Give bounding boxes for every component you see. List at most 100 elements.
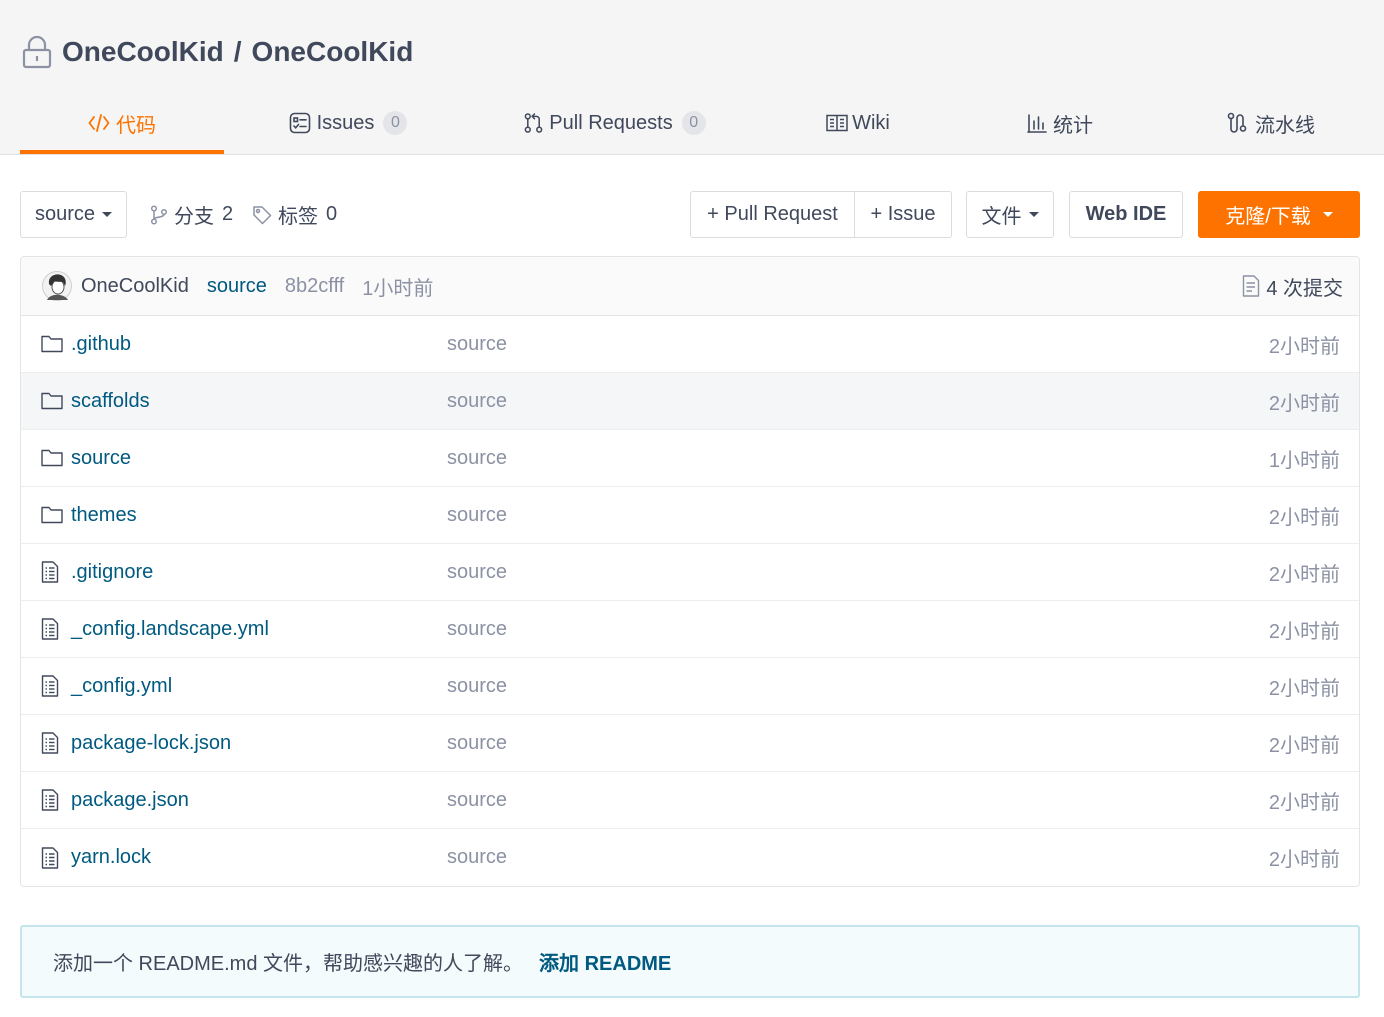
commit-hash-link[interactable]: 8b2cfff (285, 275, 344, 298)
repo-name-link[interactable]: OneCoolKid (252, 36, 414, 68)
commit-message-link[interactable]: source (447, 390, 1269, 413)
commit-time: 2小时前 (1268, 849, 1340, 871)
tags-label: 标签 (278, 206, 318, 228)
repo-separator: / (233, 36, 242, 67)
issues-icon (289, 112, 311, 134)
commit-time: 2小时前 (1268, 791, 1340, 814)
add-readme-link[interactable]: 添加 README (539, 947, 671, 976)
clone-download-button[interactable]: 克隆/下载 (1198, 191, 1360, 238)
code-icon (88, 113, 110, 133)
file-icon (41, 789, 71, 811)
tab-pull-requests[interactable]: Pull Requests 0 (472, 96, 758, 154)
readme-notice-text: 添加一个 README.md 文件，帮助感兴趣的人了解。 (53, 953, 524, 975)
web-ide-button[interactable]: Web IDE (1069, 191, 1183, 238)
file-row[interactable]: package.json source 2小时前 (21, 772, 1359, 829)
tags-link[interactable]: 标签 0 (252, 191, 337, 238)
file-row[interactable]: source source 1小时前 (21, 430, 1359, 487)
new-pull-request-button[interactable]: + Pull Request (690, 191, 855, 238)
tab-issues-label: Issues (316, 111, 375, 134)
wiki-icon (826, 114, 848, 132)
file-row[interactable]: .gitignore source 2小时前 (21, 544, 1359, 601)
file-row[interactable]: scaffolds source 2小时前 (21, 373, 1359, 430)
branch-select-value: source (34, 203, 96, 225)
pipeline-icon (1227, 112, 1249, 134)
commit-message-link[interactable]: source (447, 504, 1269, 527)
repo-owner-link[interactable]: OneCoolKid (62, 36, 224, 68)
tab-issues[interactable]: Issues 0 (224, 96, 472, 154)
commit-message-link[interactable]: source (447, 447, 1269, 470)
file-tree: OneCoolKid source 8b2cfff 1小时前 4 次提交 .gi… (20, 256, 1360, 887)
file-menu-label: 文件 (981, 206, 1022, 228)
tab-code[interactable]: 代码 (20, 96, 224, 154)
commits-icon (1242, 275, 1260, 297)
commit-branch-link[interactable]: source (207, 275, 267, 298)
file-name-link[interactable]: themes (71, 504, 447, 527)
tab-pipeline-label: 流水线 (1255, 114, 1315, 137)
caret-down-icon (102, 212, 113, 217)
repo-header: OneCoolKid / OneCoolKid 代码 Issues 0 Pull… (0, 0, 1384, 155)
file-name-link[interactable]: package-lock.json (71, 732, 447, 755)
latest-commit-bar: OneCoolKid source 8b2cfff 1小时前 4 次提交 (21, 257, 1359, 316)
file-name-link[interactable]: .gitignore (71, 561, 447, 584)
commits-count-link[interactable]: 4 次提交 (1242, 272, 1343, 301)
file-name-link[interactable]: package.json (71, 789, 447, 812)
commit-time: 1小时前 (362, 277, 434, 300)
folder-icon (41, 392, 71, 410)
file-icon (41, 618, 71, 640)
file-row[interactable]: _config.yml source 2小时前 (21, 658, 1359, 715)
file-name-link[interactable]: _config.yml (71, 675, 447, 698)
commit-time: 2小时前 (1268, 677, 1340, 700)
file-row[interactable]: _config.landscape.yml source 2小时前 (21, 601, 1359, 658)
file-menu-button[interactable]: 文件 (966, 191, 1054, 238)
folder-icon (41, 506, 71, 524)
commit-time: 2小时前 (1268, 392, 1340, 415)
tags-count: 0 (326, 203, 338, 225)
folder-icon (41, 449, 71, 467)
tag-icon (252, 205, 272, 225)
commit-message-link[interactable]: source (447, 333, 1269, 356)
branches-label: 分支 (174, 206, 214, 228)
stats-icon (1027, 113, 1047, 133)
tab-pipeline[interactable]: 流水线 (1162, 96, 1380, 154)
tab-code-label: 代码 (116, 114, 156, 137)
file-name-link[interactable]: .github (71, 333, 447, 356)
new-issue-button[interactable]: + Issue (854, 191, 952, 238)
commit-time: 2小时前 (1268, 335, 1340, 358)
commit-time: 1小时前 (1268, 449, 1340, 472)
file-row[interactable]: yarn.lock source 2小时前 (21, 829, 1359, 886)
commit-message-link[interactable]: source (447, 846, 1269, 869)
file-row[interactable]: themes source 2小时前 (21, 487, 1359, 544)
pull-requests-count-badge: 0 (681, 111, 706, 135)
readme-notice: 添加一个 README.md 文件，帮助感兴趣的人了解。 添加 README (20, 925, 1360, 998)
branches-link[interactable]: 分支 2 (150, 191, 233, 238)
avatar[interactable] (42, 271, 72, 301)
commit-message-link[interactable]: source (447, 561, 1269, 584)
commit-message-link[interactable]: source (447, 732, 1269, 755)
tab-wiki[interactable]: Wiki (758, 96, 958, 154)
file-row[interactable]: .github source 2小时前 (21, 316, 1359, 373)
issues-count-badge: 0 (383, 111, 408, 135)
tab-stats[interactable]: 统计 (958, 96, 1162, 154)
file-icon (41, 675, 71, 697)
file-name-link[interactable]: scaffolds (71, 390, 447, 413)
pull-request-icon (524, 112, 543, 134)
commit-time: 2小时前 (1268, 620, 1340, 643)
file-row[interactable]: package-lock.json source 2小时前 (21, 715, 1359, 772)
repo-tabs: 代码 Issues 0 Pull Requests 0 Wiki 统计 流水线 (20, 96, 1380, 154)
commit-author-link[interactable]: OneCoolKid (81, 275, 189, 298)
file-name-link[interactable]: _config.landscape.yml (71, 618, 447, 641)
folder-icon (41, 335, 71, 353)
commit-message-link[interactable]: source (447, 789, 1269, 812)
branch-icon (150, 204, 168, 225)
commit-message-link[interactable]: source (447, 675, 1269, 698)
tab-pull-requests-label: Pull Requests (549, 111, 673, 134)
file-icon (41, 732, 71, 754)
file-name-link[interactable]: source (71, 447, 447, 470)
branch-select[interactable]: source (20, 191, 127, 238)
commit-time: 2小时前 (1268, 506, 1340, 529)
caret-down-icon (1322, 212, 1333, 217)
commit-message-link[interactable]: source (447, 618, 1269, 641)
branches-count: 2 (222, 203, 234, 225)
lock-icon (21, 35, 53, 69)
file-name-link[interactable]: yarn.lock (71, 846, 447, 869)
